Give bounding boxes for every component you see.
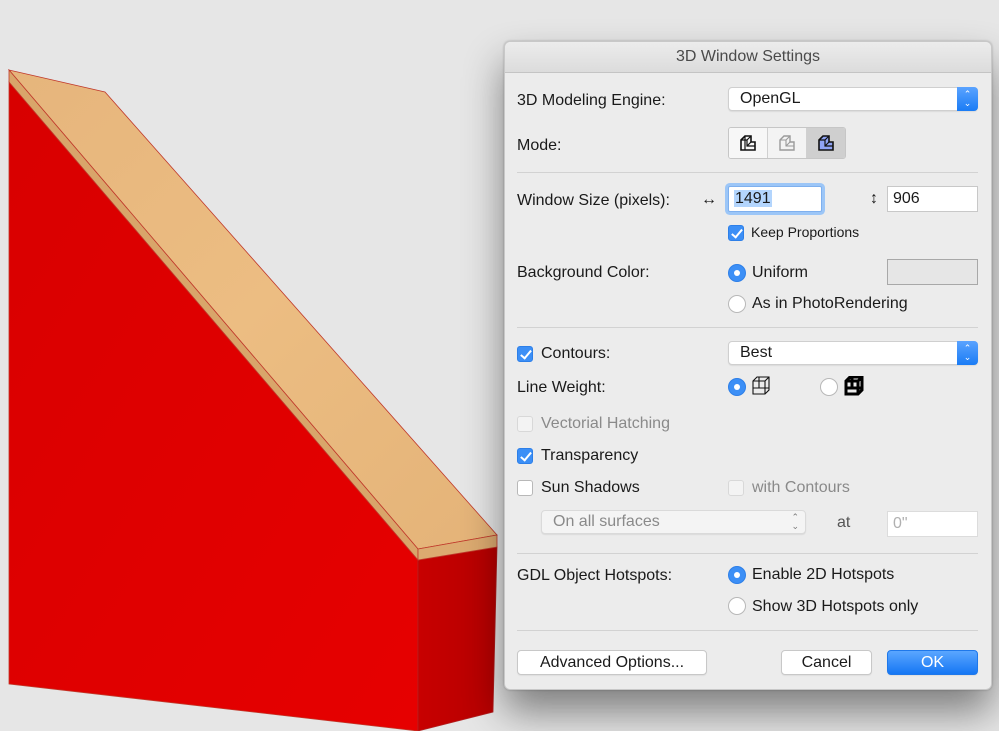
advanced-options-button[interactable]: Advanced Options... <box>517 650 707 675</box>
background-photorendering-label: As in PhotoRendering <box>752 295 908 312</box>
with-contours-checkbox[interactable] <box>728 480 744 496</box>
mode-wireframe-button[interactable] <box>729 128 768 158</box>
transparency-label: Transparency <box>541 447 639 464</box>
thin-line-cube-icon <box>752 376 770 395</box>
engine-value: OpenGL <box>740 90 801 107</box>
window-width-value: 1491 <box>734 190 772 207</box>
shadow-surfaces-popup[interactable]: On all surfaces ⌃ ⌄ <box>541 510 806 534</box>
popup-stepper-icon: ⌃ ⌄ <box>957 87 978 111</box>
engine-popup[interactable]: OpenGL ⌃ ⌄ <box>728 87 978 111</box>
contours-value: Best <box>740 344 773 361</box>
mode-segmented-control <box>728 127 846 159</box>
mode-hidden-line-button[interactable] <box>768 128 807 158</box>
background-color-swatch[interactable] <box>887 259 978 285</box>
transparency-checkbox[interactable] <box>517 448 533 464</box>
show-3d-hotspots-radio[interactable] <box>728 597 746 615</box>
contours-checkbox[interactable] <box>517 346 533 362</box>
background-uniform-radio[interactable] <box>728 264 746 282</box>
popup-chevrons-icon: ⌃ ⌄ <box>791 512 799 531</box>
shadow-elevation-input[interactable]: 0" <box>887 511 978 537</box>
line-weight-thick-radio[interactable] <box>820 378 838 396</box>
mode-shading-button[interactable] <box>807 128 845 158</box>
background-photorendering-radio[interactable] <box>728 295 746 313</box>
contours-popup[interactable]: Best ⌃ ⌄ <box>728 341 978 365</box>
vectorial-hatching-label: Vectorial Hatching <box>541 415 670 432</box>
shading-mode-icon <box>818 135 834 151</box>
popup-stepper-icon: ⌃ ⌄ <box>957 341 978 365</box>
gdl-hotspots-label: GDL Object Hotspots: <box>517 567 673 584</box>
with-contours-label: with Contours <box>752 479 850 496</box>
separator <box>517 327 978 328</box>
thick-line-cube-icon <box>844 376 864 396</box>
engine-label: 3D Modeling Engine: <box>517 92 666 109</box>
separator <box>517 630 978 631</box>
shadow-surfaces-value: On all surfaces <box>553 513 660 530</box>
line-weight-label: Line Weight: <box>517 379 606 396</box>
separator <box>517 172 978 173</box>
keep-proportions-checkbox[interactable] <box>728 225 744 241</box>
at-label: at <box>837 514 851 531</box>
cancel-button[interactable]: Cancel <box>781 650 872 675</box>
enable-2d-hotspots-label: Enable 2D Hotspots <box>752 566 895 583</box>
sun-shadows-label: Sun Shadows <box>541 479 640 496</box>
window-width-input[interactable]: 1491 <box>728 186 822 212</box>
wall-side-face <box>417 546 498 731</box>
background-uniform-label: Uniform <box>752 264 809 281</box>
vertical-arrow-icon: ↕ <box>870 190 878 207</box>
window-size-label: Window Size (pixels): <box>517 192 670 209</box>
ok-button[interactable]: OK <box>887 650 978 675</box>
separator <box>517 553 978 554</box>
window-height-value: 906 <box>893 190 920 207</box>
enable-2d-hotspots-radio[interactable] <box>728 566 746 584</box>
background-color-label: Background Color: <box>517 264 650 281</box>
contours-label: Contours: <box>541 345 611 362</box>
sun-shadows-checkbox[interactable] <box>517 480 533 496</box>
vectorial-hatching-checkbox[interactable] <box>517 416 533 432</box>
mode-label: Mode: <box>517 137 562 154</box>
horizontal-arrow-icon: ↔ <box>701 191 717 208</box>
keep-proportions-label: Keep Proportions <box>751 224 860 240</box>
dialog-title[interactable]: 3D Window Settings <box>505 42 991 73</box>
show-3d-hotspots-label: Show 3D Hotspots only <box>752 598 919 615</box>
shadow-elevation-value: 0" <box>893 515 908 532</box>
wireframe-mode-icon <box>740 135 756 151</box>
window-height-input[interactable]: 906 <box>887 186 978 212</box>
line-weight-thin-radio[interactable] <box>728 378 746 396</box>
hidden-line-mode-icon <box>779 135 795 151</box>
